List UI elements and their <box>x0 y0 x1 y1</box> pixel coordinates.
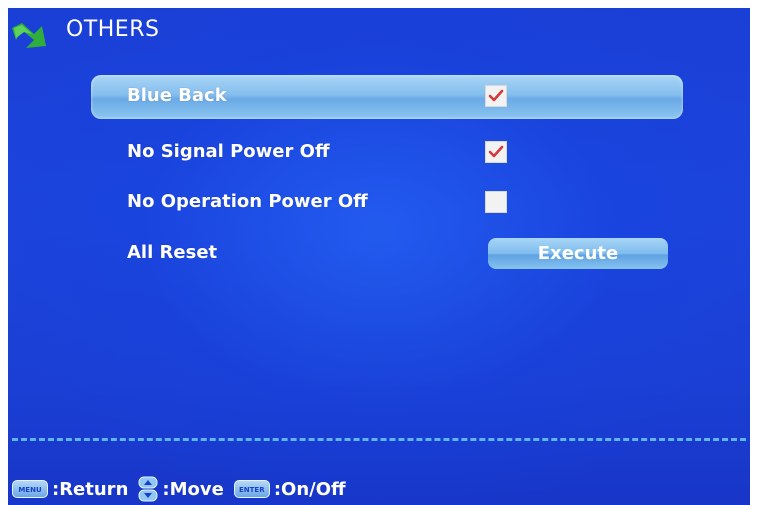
up-down-nav-icon <box>138 476 158 502</box>
osd-screen: OTHERS Blue Back No Signal Power Off No … <box>8 8 750 505</box>
setting-label: No Operation Power Off <box>127 191 368 212</box>
setting-label: All Reset <box>127 242 218 263</box>
on-off-hint: :On/Off <box>273 478 346 500</box>
setting-row-blue-back[interactable]: Blue Back <box>91 75 683 119</box>
checkmark-icon <box>488 145 504 158</box>
enter-key-icon: ENTER <box>233 480 270 498</box>
blue-back-checkbox[interactable] <box>485 85 507 107</box>
footer-hints: MENU :Return :Move ENTER :On/Off <box>12 474 356 504</box>
page-title: OTHERS <box>66 17 160 42</box>
setting-label: No Signal Power Off <box>127 141 330 162</box>
no-signal-power-off-checkbox[interactable] <box>485 141 507 163</box>
setting-label: Blue Back <box>127 85 227 106</box>
move-hint: :Move <box>162 478 224 500</box>
green-arrow-icon <box>12 23 46 48</box>
setting-row-no-signal-power-off[interactable]: No Signal Power Off <box>91 131 683 175</box>
setting-row-all-reset[interactable]: All Reset Execute <box>91 232 683 276</box>
menu-key-icon: MENU <box>12 480 48 498</box>
divider <box>12 438 746 441</box>
execute-button[interactable]: Execute <box>488 238 668 269</box>
return-hint: :Return <box>52 478 129 500</box>
setting-row-no-operation-power-off[interactable]: No Operation Power Off <box>91 181 683 225</box>
no-operation-power-off-checkbox[interactable] <box>485 191 507 213</box>
checkmark-icon <box>488 89 504 102</box>
